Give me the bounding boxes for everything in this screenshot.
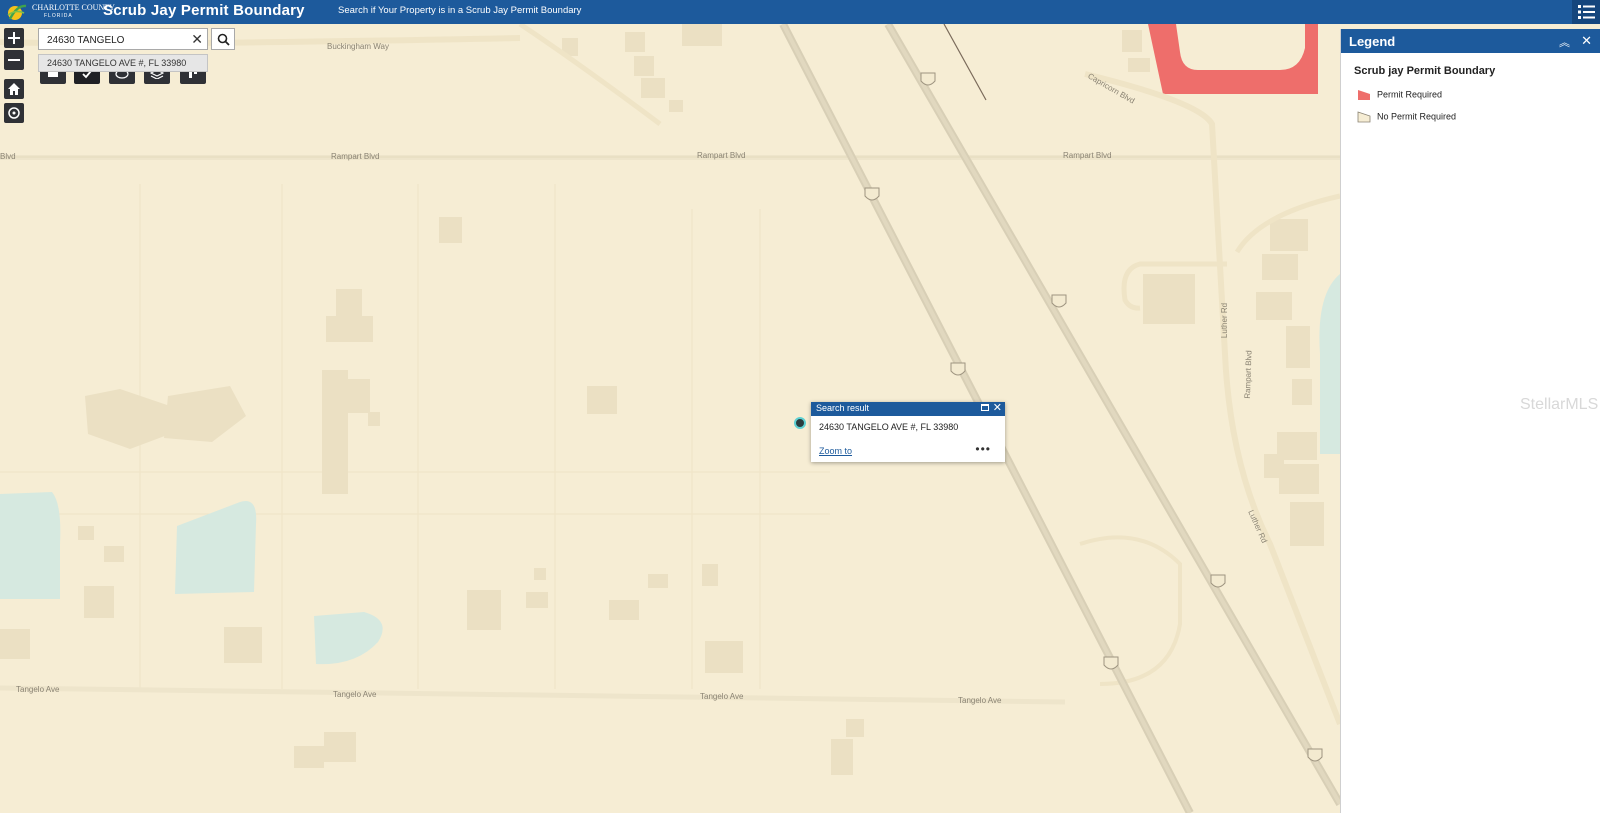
legend-item-label: No Permit Required [1377,111,1457,122]
zoom-to-link[interactable]: Zoom to [819,446,852,456]
home-button[interactable] [4,79,24,99]
search-input[interactable] [45,31,189,49]
popup-title: Search result [816,403,870,413]
clear-search-icon[interactable]: ✕ [191,31,203,47]
maximize-icon[interactable] [981,404,989,411]
road-label-luther: Luther Rd [1220,302,1230,339]
permit-required-swatch-icon [1358,90,1370,100]
county-logo: CHARLOTTE COUNTY FLORIDA [4,1,115,23]
zoom-out-button[interactable] [4,50,24,70]
search-button[interactable] [211,28,235,50]
app-subtitle: Search if Your Property is in a Scrub Ja… [338,5,582,16]
search-field[interactable]: ✕ [38,28,208,50]
top-bar: CHARLOTTE COUNTY FLORIDA Scrub Jay Permi… [0,0,1600,24]
road-label-tangelo: Tangelo Ave [958,696,1002,705]
locate-icon [8,107,20,119]
list-menu-icon [1578,5,1595,19]
road-label-tangelo: Tangelo Ave [16,685,60,694]
close-icon[interactable]: ✕ [1581,33,1592,49]
legend-item-no-permit-required: No Permit Required [1357,111,1456,123]
search-suggestion[interactable]: 24630 TANGELO AVE #, FL 33980 [38,54,208,72]
close-icon[interactable]: ✕ [993,402,1002,415]
road-label-rampart: Rampart Blvd [331,152,380,161]
road-label-rampart-vertical: Rampart Blvd [1242,350,1254,399]
road-label-rampart: Rampart Blvd [697,151,746,160]
legend-header: Legend ︽ ✕ [1341,29,1600,53]
plus-icon [8,32,20,44]
legend-item-permit-required: Permit Required [1357,89,1442,101]
minus-icon [8,59,20,61]
home-icon [8,83,20,95]
search-icon [217,33,230,46]
watermark: StellarMLS [1520,396,1599,413]
legend-item-label: Permit Required [1377,89,1443,100]
search-result-popup: Search result ✕ 24630 TANGELO AVE #, FL … [811,402,1005,462]
no-permit-required-swatch-icon [1357,111,1371,123]
map-view[interactable]: Buckingham Way Blvd Rampart Blvd Rampart… [0,24,1340,813]
road-label-rampart-left: Blvd [0,152,16,161]
road-label-tangelo: Tangelo Ave [333,690,377,699]
logo-text-state: FLORIDA [44,13,73,19]
sun-palm-logo-icon [7,4,27,20]
popup-header: Search result ✕ [811,402,1005,416]
locate-button[interactable] [4,103,24,123]
basemap [0,24,1340,813]
zoom-in-button[interactable] [4,28,24,48]
app-title: Scrub Jay Permit Boundary [103,2,305,19]
legend-panel: Legend ︽ ✕ Scrub jay Permit Boundary Per… [1340,29,1600,813]
popup-address: 24630 TANGELO AVE #, FL 33980 [819,422,959,432]
collapse-icon[interactable]: ︽ [1559,34,1570,50]
road-label-buckingham: Buckingham Way [327,42,389,51]
legend-title: Legend [1349,34,1396,49]
more-options-icon[interactable]: ••• [975,442,991,456]
legend-layer-title: Scrub jay Permit Boundary [1354,65,1496,77]
menu-button[interactable] [1572,0,1600,24]
road-label-tangelo: Tangelo Ave [700,692,744,701]
road-label-rampart: Rampart Blvd [1063,151,1112,160]
